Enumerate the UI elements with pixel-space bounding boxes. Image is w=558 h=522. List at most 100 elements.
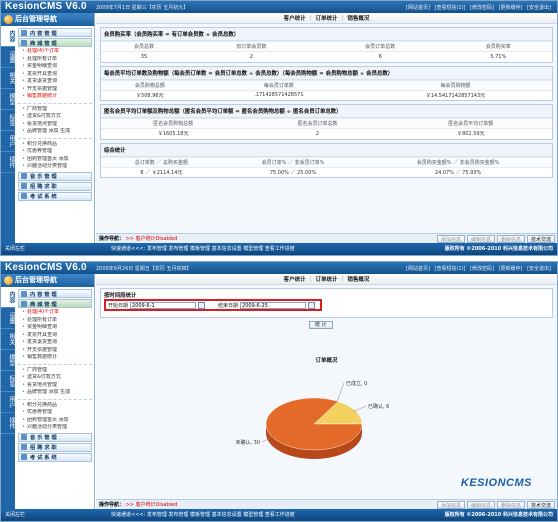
vtab-2[interactable]: 相关 xyxy=(1,329,15,350)
vertical-tabs: 内容 设置 相关 模型 标签 用户 插件 xyxy=(1,287,15,509)
start-date-input[interactable] xyxy=(130,302,197,309)
edit-info-button[interactable]: 编辑信息 xyxy=(466,501,495,509)
menu-item[interactable]: 团购管理首页 添加 xyxy=(18,156,92,164)
vtab-5[interactable]: 用户 xyxy=(1,392,15,413)
quick-links[interactable]: 快速通道<<<: 发布管理 发布管理 模板管理 基本信息设置 模型管理 查看工作… xyxy=(111,243,295,255)
calendar-icon[interactable] xyxy=(308,302,316,309)
vtab-6[interactable]: 插件 xyxy=(1,152,15,173)
top-bar: KesionCMS V6.0 2009年6月26日 星期五【农历 五月初四】 [… xyxy=(1,262,557,274)
main-content: 客户统计 | 订单统计 | 销售概况 会员购买率（会员购买率 = 有订单会员数 … xyxy=(96,13,557,243)
menu-item[interactable]: 优惠券管理 xyxy=(18,148,92,156)
vtab-2[interactable]: 相关 xyxy=(1,68,15,89)
menu-item[interactable]: 资金明细查询 xyxy=(18,63,92,71)
menu-item[interactable]: 处理所有订单 xyxy=(18,56,92,64)
add-info-button[interactable]: 添加信息 xyxy=(436,501,465,509)
menu-item[interactable]: 发票开具查询 xyxy=(18,71,92,79)
menu-item[interactable]: 送货&付款方式 xyxy=(18,113,92,121)
link-home[interactable]: [网站首页] xyxy=(406,266,430,272)
tech-support-button[interactable]: 技术交流 xyxy=(526,235,555,243)
vtab-0[interactable]: 内容 xyxy=(1,287,15,308)
vtab-4[interactable]: 标签 xyxy=(1,371,15,392)
statistics-button[interactable]: 统 计 xyxy=(309,321,333,329)
end-date-input[interactable] xyxy=(240,302,307,309)
tab-order-stats[interactable]: 订单统计 xyxy=(315,14,337,22)
stat-tabs: 客户统计 | 订单统计 | 销售概况 xyxy=(96,13,557,24)
menu-item[interactable]: 看货地点管理 xyxy=(18,121,92,129)
menu-item[interactable]: 开支票据管理 xyxy=(18,86,92,94)
link-password[interactable]: [修改密码] xyxy=(470,266,494,272)
menu-item[interactable]: 处理(4)个订单 xyxy=(18,48,92,56)
vtab-5[interactable]: 用户 xyxy=(1,131,15,152)
menu-item[interactable]: 团购管理首页 添加 xyxy=(18,417,92,425)
menu-item[interactable]: 厂商管理 xyxy=(18,106,92,114)
menu-section[interactable]: 音 乐 管 理 xyxy=(18,171,92,181)
menu-section[interactable]: 商 城 管 理 xyxy=(18,38,92,47)
menu-item[interactable]: 发票开具查询 xyxy=(18,332,92,340)
menu-item[interactable]: 厂商管理 xyxy=(18,367,92,375)
date-range-highlight: 开始日期 结束日期 xyxy=(104,299,322,311)
edit-info-button[interactable]: 编辑信息 xyxy=(466,235,495,243)
vtab-3[interactable]: 模型 xyxy=(1,89,15,110)
tab-customer-stats[interactable]: 客户统计 xyxy=(284,275,306,283)
stat-header-cell: 每会员购物额 xyxy=(359,79,552,90)
menu-section[interactable]: 考 试 系 统 xyxy=(18,452,92,462)
menu-item[interactable]: 发货退货查询 xyxy=(18,339,92,347)
delete-info-button[interactable]: 删除信息 xyxy=(496,501,525,509)
link-password[interactable]: [修改密码] xyxy=(470,5,494,11)
stat-value-cell: 35 xyxy=(101,51,187,62)
tab-order-stats[interactable]: 订单统计 xyxy=(315,275,337,283)
tab-sales-overview[interactable]: 销售概况 xyxy=(347,14,369,22)
vtab-3[interactable]: 模型 xyxy=(1,350,15,371)
stat-header-row: 匿名会员购物总额 匿名会员订单总数 匿名会员平均订单额 xyxy=(101,118,552,129)
close-left-column[interactable]: 关闭左栏 xyxy=(5,243,25,255)
link-home[interactable]: [网站首页] xyxy=(406,5,430,11)
menu-section[interactable]: 考 试 系 统 xyxy=(18,191,92,201)
menu-item[interactable]: 送货&付款方式 xyxy=(18,374,92,382)
menu-item[interactable]: 开支票据管理 xyxy=(18,347,92,355)
vtab-6[interactable]: 插件 xyxy=(1,413,15,434)
menu-item[interactable]: 销售数据统计 xyxy=(18,93,92,101)
menu-section[interactable]: 内 容 管 理 xyxy=(18,28,92,37)
tab-customer-stats[interactable]: 客户统计 xyxy=(284,14,306,22)
link-messages[interactable]: [查看短信(1)] xyxy=(435,266,466,272)
link-cache[interactable]: [更新缓存] xyxy=(499,266,523,272)
link-logout[interactable]: [安全退出] xyxy=(527,266,551,272)
vtab-0[interactable]: 内容 xyxy=(1,26,15,47)
menu-section[interactable]: 音 乐 管 理 xyxy=(18,432,92,442)
menu-item[interactable]: 处理(4)个订单 xyxy=(18,309,92,317)
vtab-1[interactable]: 设置 xyxy=(1,47,15,68)
stat-panel-title: 每会员平均订单数及购物额（每会员订单数 = 会员订单总数 ÷ 会员总数）（每会员… xyxy=(101,66,552,80)
vtab-4[interactable]: 标签 xyxy=(1,110,15,131)
link-logout[interactable]: [安全退出] xyxy=(527,5,551,11)
start-date-label: 开始日期 xyxy=(108,303,129,309)
menu-item[interactable]: 销售数据统计 xyxy=(18,354,92,362)
menu-item[interactable]: 资金明细查询 xyxy=(18,324,92,332)
link-cache[interactable]: [更新缓存] xyxy=(499,5,523,11)
quick-links[interactable]: 快速通道<<<: 发布管理 发布管理 模板管理 基本信息设置 模型管理 查看工作… xyxy=(111,509,295,521)
calendar-icon[interactable] xyxy=(198,302,206,309)
menu-item[interactable]: 兴趣活动分类管理 xyxy=(18,163,92,171)
add-info-button[interactable]: 添加信息 xyxy=(436,235,465,243)
menu-item[interactable]: 品牌管理 添加 生成 xyxy=(18,128,92,136)
menu-item[interactable]: 看货地点管理 xyxy=(18,382,92,390)
menu-item[interactable]: 积分兑换商品 xyxy=(18,141,92,149)
menu-section[interactable]: 内 容 管 理 xyxy=(18,289,92,298)
tab-sales-overview[interactable]: 销售概况 xyxy=(347,275,369,283)
menu-section[interactable]: 商 城 管 理 xyxy=(18,299,92,308)
menu-item[interactable]: 品牌管理 添加 生成 xyxy=(18,389,92,397)
close-left-column[interactable]: 关闭左栏 xyxy=(5,509,25,521)
vtab-1[interactable]: 设置 xyxy=(1,308,15,329)
stat-table: 会员总数 有订单会员数 会员订单总数 会员购买率 35 2 6 5.71% xyxy=(101,41,552,62)
link-messages[interactable]: [查看短信(1)] xyxy=(435,5,466,11)
menu-item[interactable]: 发货退货查询 xyxy=(18,78,92,86)
menu-section[interactable]: 招 聘 求 职 xyxy=(18,442,92,452)
stat-value-cell: 5.71% xyxy=(444,51,552,62)
menu-item[interactable]: 优惠券管理 xyxy=(18,409,92,417)
delete-info-button[interactable]: 删除信息 xyxy=(496,235,525,243)
menu-section[interactable]: 招 聘 求 职 xyxy=(18,181,92,191)
menu-item[interactable]: 兴趣活动分类管理 xyxy=(18,424,92,432)
opbar-label: 操作导航： xyxy=(99,502,125,508)
menu-item[interactable]: 积分兑换商品 xyxy=(18,402,92,410)
tech-support-button[interactable]: 技术交流 xyxy=(526,501,555,509)
menu-item[interactable]: 处理所有订单 xyxy=(18,317,92,325)
